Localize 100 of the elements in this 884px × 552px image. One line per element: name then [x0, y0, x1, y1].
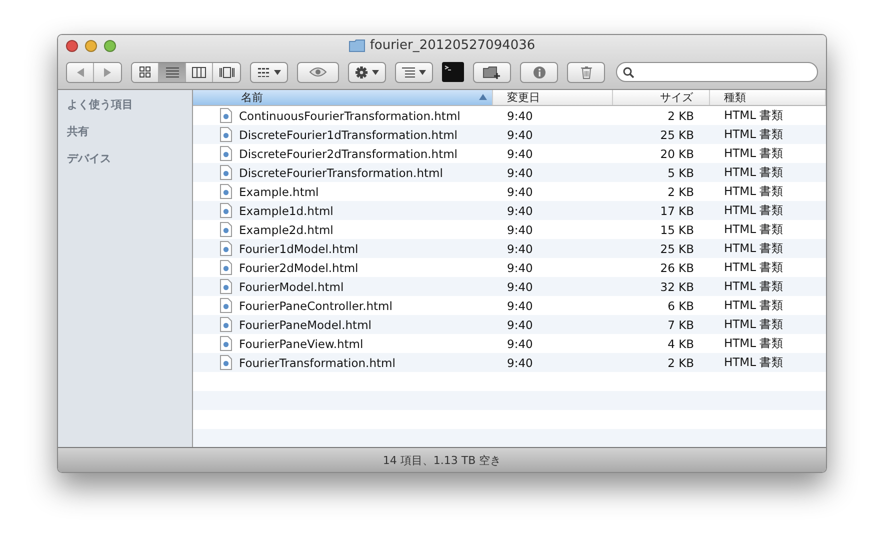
list-icon [166, 66, 178, 78]
coverflow-icon [218, 66, 234, 78]
kind-cell-text: HTML 書類 [723, 222, 785, 237]
file-name: FourierPaneModel.html [239, 318, 372, 332]
date-cell-text: 9:40 [506, 166, 534, 180]
view-mode-button[interactable] [186, 62, 213, 82]
date-cell-text: 9:40 [506, 260, 534, 274]
caret-icon [372, 70, 379, 74]
folder-icon [348, 39, 365, 52]
date-cell-text: 9:40 [506, 184, 534, 198]
file-name: ContinuousFourierTransformation.html [239, 108, 460, 122]
document-icon [220, 241, 232, 256]
left-arrow-icon [76, 68, 84, 76]
file-name: Fourier1dModel.html [239, 242, 358, 256]
file-row[interactable]: FourierModel.html 9:40 32 KB HTML 書類 [193, 277, 826, 296]
file-row[interactable]: FourierTransformation.html 9:40 2 KB HTML 書類 [193, 353, 826, 372]
arrange-button[interactable] [250, 62, 288, 82]
kind-cell-text: HTML 書類 [723, 127, 785, 142]
file-name: Fourier2dModel.html [239, 260, 358, 274]
date-cell-text: 9:40 [506, 222, 534, 236]
document-icon [220, 203, 232, 218]
caret-icon [419, 70, 426, 74]
folder-plus-icon [483, 66, 501, 78]
caret-icon [274, 70, 280, 74]
column-header[interactable]: サイズ [613, 90, 710, 105]
size-cell-text: 2 KB [666, 356, 695, 370]
document-icon [220, 184, 232, 199]
size-cell-text: 2 KB [666, 108, 695, 122]
date-cell-text: 9:40 [506, 204, 534, 218]
search-field[interactable] [616, 62, 818, 82]
document-icon [220, 355, 232, 370]
kind-cell-text: HTML 書類 [723, 279, 785, 294]
size-cell-text: 2 KB [666, 184, 695, 198]
file-name: FourierPaneView.html [239, 336, 364, 350]
size-cell-text: 20 KB [659, 146, 695, 160]
quick-look-button[interactable] [297, 62, 339, 82]
document-icon [220, 279, 232, 294]
search-icon [623, 66, 634, 78]
size-cell-text: 6 KB [666, 298, 695, 312]
column-header[interactable]: 名前 [193, 90, 493, 105]
file-row[interactable]: Example1d.html 9:40 17 KB HTML 書類 [193, 201, 826, 220]
document-icon [220, 146, 232, 161]
new-folder-button[interactable] [473, 62, 511, 82]
sort-arrow-icon [479, 94, 487, 100]
document-icon [220, 298, 232, 313]
back-button[interactable] [67, 62, 94, 82]
date-cell-text: 9:40 [506, 146, 534, 160]
right-arrow-icon [104, 68, 111, 76]
file-row[interactable]: DiscreteFourierTransformation.html 9:40 5 KB HTML 書類 [193, 163, 826, 182]
date-cell-text: 9:40 [506, 336, 534, 350]
view-mode-button[interactable] [159, 62, 186, 82]
forward-button[interactable] [94, 62, 121, 82]
view-mode-button[interactable] [213, 62, 240, 82]
kind-cell-text: HTML 書類 [723, 146, 785, 161]
kind-cell-text: HTML 書類 [723, 260, 785, 275]
kind-cell-text: HTML 書類 [723, 165, 785, 180]
date-cell-text: 9:40 [506, 128, 534, 142]
size-cell-text: 17 KB [659, 204, 695, 218]
file-row[interactable]: DiscreteFourier1dTransformation.html 9:40 25 KB HTML 書類 [193, 125, 826, 144]
gear-icon [355, 66, 368, 78]
file-name: DiscreteFourier2dTransformation.html [239, 146, 458, 160]
size-cell-text: 7 KB [666, 318, 695, 332]
file-name: Example1d.html [239, 204, 334, 218]
size-cell-text: 25 KB [659, 128, 695, 142]
zoom-button[interactable] [104, 40, 116, 52]
trash-button[interactable] [567, 62, 605, 82]
info-button[interactable] [520, 62, 558, 82]
eye-icon [309, 67, 327, 77]
document-icon [220, 127, 232, 142]
sidebar-heading: 共有 [66, 124, 90, 140]
date-cell-text: 9:40 [506, 356, 534, 370]
sidebar-heading: デバイス [66, 151, 112, 167]
file-name: DiscreteFourierTransformation.html [239, 166, 443, 180]
terminal-icon[interactable] [442, 62, 464, 82]
size-cell-text: 4 KB [666, 336, 695, 350]
column-header[interactable]: 変更日 [493, 90, 613, 105]
info-icon [532, 66, 546, 78]
size-cell-text: 15 KB [659, 222, 695, 236]
document-icon [220, 165, 232, 180]
file-name: FourierModel.html [239, 280, 344, 294]
file-name: Example2d.html [239, 222, 334, 236]
kind-cell-text: HTML 書類 [723, 317, 785, 332]
status-text: 14 項目、1.13 TB 空き [382, 452, 502, 468]
document-icon [220, 336, 232, 351]
date-cell-text: 9:40 [506, 298, 534, 312]
kind-cell-text: HTML 書類 [723, 336, 785, 351]
date-cell-text: 9:40 [506, 318, 534, 332]
grid-icon [139, 66, 151, 78]
minimize-button[interactable] [85, 40, 97, 52]
file-row[interactable]: FourierPaneModel.html 9:40 7 KB HTML 書類 [193, 315, 826, 334]
file-row[interactable]: Fourier1dModel.html 9:40 25 KB HTML 書類 [193, 239, 826, 258]
file-name: DiscreteFourier1dTransformation.html [239, 128, 458, 142]
list-menu-button[interactable] [395, 62, 433, 82]
view-mode-button[interactable] [132, 62, 159, 82]
close-button[interactable] [66, 40, 78, 52]
kind-cell-text: HTML 書類 [723, 203, 785, 218]
trash-icon [580, 66, 592, 78]
document-icon [220, 317, 232, 332]
column-header[interactable]: 種類 [710, 90, 826, 105]
action-button[interactable] [348, 62, 386, 82]
